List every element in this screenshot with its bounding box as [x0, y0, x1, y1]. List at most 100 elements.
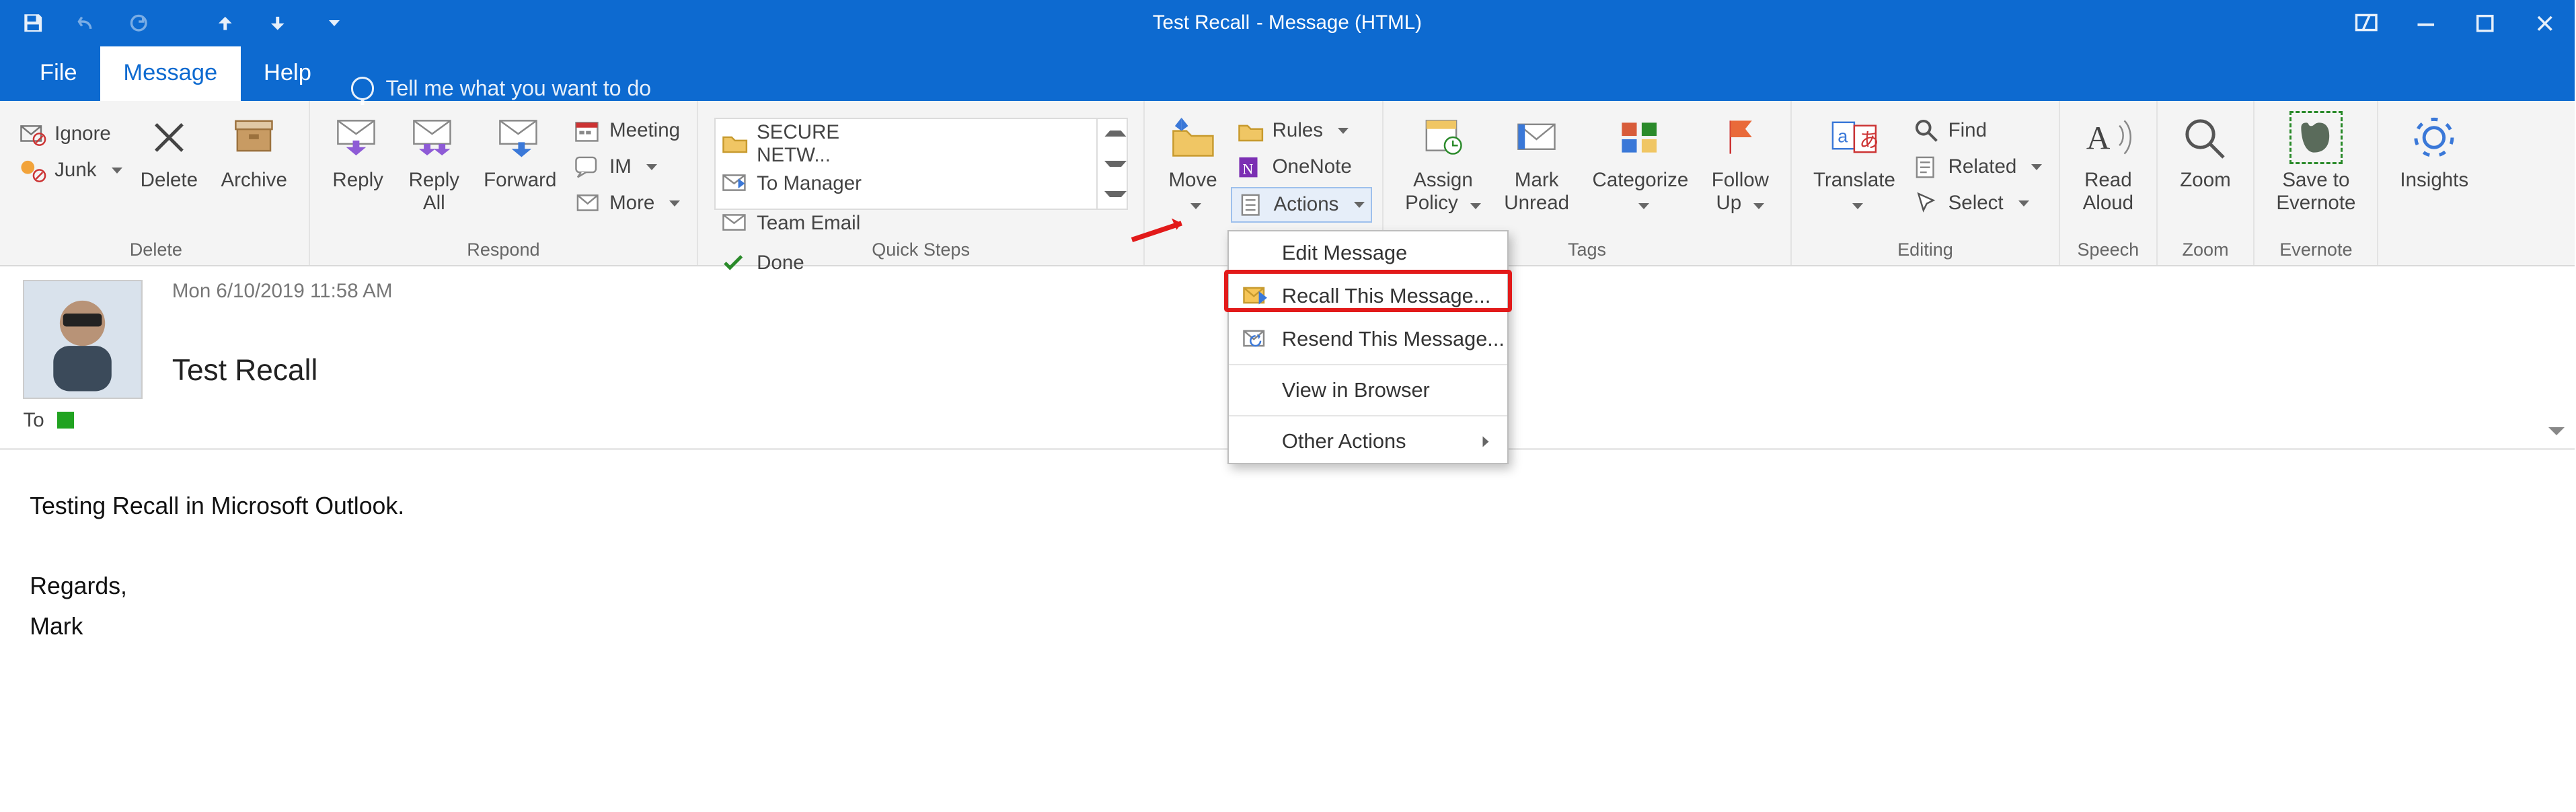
find-button[interactable]: Find — [1907, 114, 2049, 147]
junk-caret-icon — [112, 168, 122, 174]
actions-resend-message[interactable]: Resend This Message... — [1229, 318, 1507, 361]
redo-icon[interactable] — [116, 5, 162, 41]
group-zoom-label: Zoom — [2167, 236, 2243, 265]
qs-scroll-down-icon[interactable] — [1098, 149, 1126, 179]
save-to-evernote-label: Save to Evernote — [2276, 169, 2355, 215]
actions-other-actions[interactable]: Other Actions — [1229, 420, 1507, 463]
prev-item-icon[interactable] — [202, 5, 248, 41]
meeting-button[interactable]: Meeting — [568, 114, 687, 147]
zoom-button[interactable]: Zoom — [2167, 108, 2243, 192]
group-quick-steps-label: Quick Steps — [708, 236, 1134, 265]
forward-button[interactable]: Forward — [472, 108, 568, 192]
select-button[interactable]: Select — [1907, 187, 2049, 220]
reply-all-button[interactable]: Reply All — [396, 108, 472, 215]
more-caret-icon — [669, 200, 680, 207]
onenote-button[interactable]: N OneNote — [1231, 151, 1372, 184]
more-icon — [574, 190, 601, 217]
categorize-button[interactable]: Categorize — [1581, 108, 1700, 215]
insights-icon — [2408, 111, 2461, 164]
translate-button[interactable]: aあ Translate — [1802, 108, 1907, 215]
rules-icon — [1238, 118, 1264, 144]
reply-all-label: Reply All — [409, 169, 459, 215]
group-speech: A Read Aloud Speech — [2060, 101, 2158, 265]
resend-icon — [1242, 326, 1268, 352]
quick-steps-gallery[interactable]: SECURE NETW... To Manager Team Email — [714, 118, 1128, 211]
move-icon — [1166, 111, 1219, 164]
ribbon-tabs: File Message Help Tell me what you want … — [0, 46, 2575, 101]
window-title-subject: Test Recall — [1153, 11, 1250, 34]
delete-icon — [143, 111, 196, 164]
related-icon — [1914, 154, 1940, 180]
quick-step-item[interactable]: SECURE NETW... — [722, 124, 904, 163]
actions-caret-icon — [1354, 202, 1365, 208]
save-to-evernote-button[interactable]: Save to Evernote — [2265, 108, 2367, 215]
rules-label: Rules — [1273, 119, 1323, 142]
assign-policy-button[interactable]: Assign Policy — [1394, 108, 1492, 215]
meeting-label: Meeting — [609, 119, 680, 142]
move-caret-icon — [1190, 203, 1201, 209]
im-button[interactable]: IM — [568, 151, 687, 184]
undo-icon[interactable] — [63, 5, 109, 41]
move-button[interactable]: Move — [1155, 108, 1231, 215]
find-icon — [1914, 118, 1940, 144]
quick-step-item[interactable]: To Manager — [722, 163, 904, 203]
collapse-header-icon[interactable] — [2548, 427, 2565, 435]
ribbon-display-options-icon[interactable] — [2337, 0, 2396, 46]
quick-access-toolbar — [0, 5, 354, 41]
body-paragraph: Regards, — [30, 570, 2544, 603]
read-aloud-label: Read Aloud — [2083, 169, 2134, 215]
read-aloud-icon: A — [2082, 111, 2135, 164]
delete-button[interactable]: Delete — [128, 108, 209, 192]
next-item-icon[interactable] — [255, 5, 301, 41]
rules-button[interactable]: Rules — [1231, 114, 1372, 147]
tab-message[interactable]: Message — [100, 46, 241, 101]
qat-customize-icon[interactable] — [307, 5, 354, 41]
tell-me-search[interactable]: Tell me what you want to do — [351, 76, 651, 101]
junk-label: Junk — [54, 159, 96, 182]
reply-icon — [332, 111, 385, 164]
move-label: Move — [1168, 169, 1217, 215]
qs-scroll-up-icon[interactable] — [1098, 119, 1126, 149]
qs-expand-icon[interactable] — [1098, 179, 1126, 209]
archive-button[interactable]: Archive — [209, 108, 299, 192]
group-zoom: Zoom Zoom — [2158, 101, 2255, 265]
archive-label: Archive — [221, 169, 287, 192]
actions-recall-message[interactable]: Recall This Message... — [1229, 274, 1507, 318]
onenote-label: OneNote — [1273, 155, 1352, 178]
save-icon[interactable] — [10, 5, 56, 41]
maximize-icon[interactable] — [2456, 0, 2515, 46]
zoom-label: Zoom — [2180, 169, 2230, 192]
translate-icon: aあ — [1828, 111, 1881, 164]
actions-edit-message[interactable]: Edit Message — [1229, 231, 1507, 274]
ignore-button[interactable]: Ignore — [13, 118, 129, 151]
follow-up-label: Follow Up — [1712, 169, 1769, 215]
tab-file[interactable]: File — [17, 46, 100, 101]
minimize-icon[interactable] — [2396, 0, 2456, 46]
group-respond-label: Respond — [320, 236, 687, 265]
actions-button[interactable]: Actions — [1231, 187, 1372, 223]
close-icon[interactable] — [2515, 0, 2575, 46]
quick-steps-scroll[interactable] — [1096, 119, 1126, 209]
insights-button[interactable]: Insights — [2388, 108, 2480, 192]
archive-icon — [227, 111, 280, 164]
actions-view-in-browser[interactable]: View in Browser — [1229, 369, 1507, 412]
evernote-icon — [2289, 111, 2343, 164]
group-insights: Insights — [2378, 101, 2490, 265]
more-label: More — [609, 192, 654, 215]
group-insights-label — [2388, 257, 2480, 265]
more-respond-button[interactable]: More — [568, 187, 687, 220]
follow-up-button[interactable]: Follow Up — [1700, 108, 1780, 215]
junk-button[interactable]: Junk — [13, 154, 129, 187]
delete-label: Delete — [141, 169, 198, 192]
related-button[interactable]: Related — [1907, 151, 2049, 184]
body-paragraph: Testing Recall in Microsoft Outlook. — [30, 490, 2544, 523]
mark-unread-button[interactable]: Mark Unread — [1492, 108, 1581, 215]
group-speech-label: Speech — [2070, 236, 2146, 265]
actions-menu: Edit Message Recall This Message... Rese… — [1227, 230, 1509, 464]
reply-button[interactable]: Reply — [320, 108, 396, 192]
group-respond: Reply Reply All Forward — [310, 101, 698, 265]
submenu-caret-icon — [1482, 436, 1488, 447]
tab-help[interactable]: Help — [241, 46, 335, 101]
to-label: To — [23, 409, 44, 432]
read-aloud-button[interactable]: A Read Aloud — [2070, 108, 2146, 215]
